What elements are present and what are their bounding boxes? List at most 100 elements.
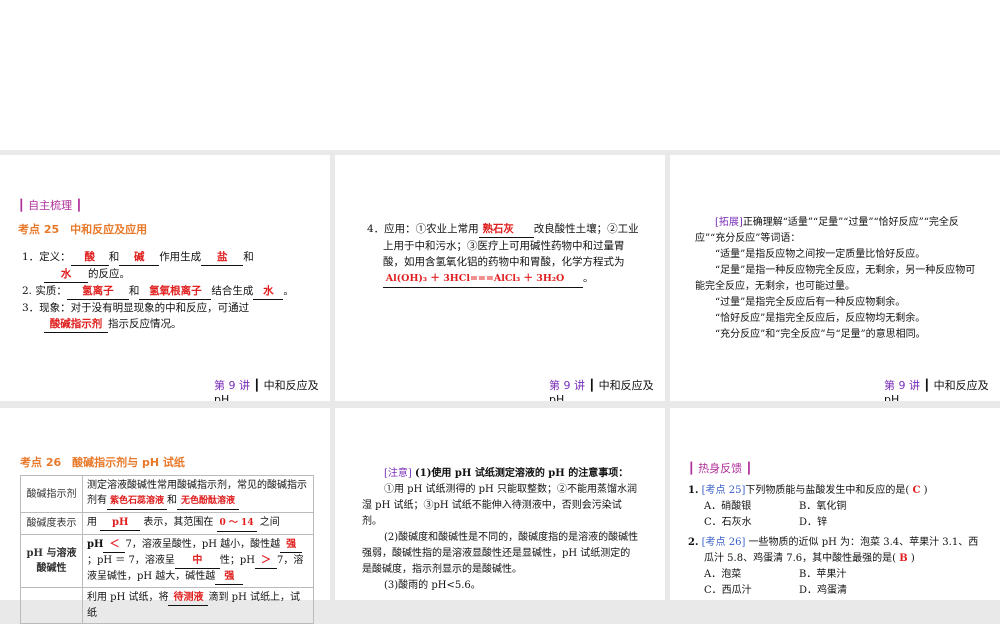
text-fragment <box>20 587 83 624</box>
extension-text: [拓展]正确理解“适量”“足量”“过量”“恰好反应”“完全反应”“充分反应”等词… <box>695 215 977 343</box>
answer-blank: ＜ <box>103 537 126 553</box>
text-fragment: “足量”是指一种反应物完全反应，无剩余，另一种反应物可能完全反应，无剩余，也可能… <box>695 265 976 292</box>
text-fragment: [注意] (1)使用 pH 试纸测定溶液的 pH 的注意事项： <box>362 466 640 482</box>
answer-blank: 水 <box>44 266 88 283</box>
answer-blank: 熟石灰 <box>478 221 534 238</box>
text-fragment: pH <box>87 539 104 550</box>
text-fragment: 第 9 讲 <box>549 379 585 392</box>
answer-blank: Al(OH)₃ ＋ 3HCl===AlCl₃ ＋ 3H₂O <box>383 271 583 288</box>
text-fragment: C．石灰水 <box>704 517 752 528</box>
text-fragment: 1．定义： <box>22 251 71 263</box>
text-fragment: 和 <box>167 495 177 506</box>
slide-footer: 第 9 讲 ┃ 中和反应及pH <box>884 379 994 401</box>
section-label: 热身反馈 <box>698 462 743 475</box>
text-fragment: 作用生成 <box>159 251 202 263</box>
table-row: pH 与溶液酸碱性 pH ＜ 7，溶液呈酸性，pH 越小，酸性越 强 ；pH ＝ 7，溶液… <box>20 534 314 588</box>
text-fragment: B．氧化铜 <box>799 501 847 512</box>
text-fragment: A．泡菜 <box>704 569 742 580</box>
text-fragment: 下列物质能与盐酸发生中和反应的是( <box>745 485 910 496</box>
answer-blank: 氢离子 <box>66 283 129 300</box>
text-fragment: ┃ <box>75 199 83 212</box>
text-fragment: 3．现象：对于没有明显现象的中和反应，可通过 <box>22 302 250 314</box>
text-fragment: (3)酸雨的 pH<5.6。 <box>384 580 481 591</box>
slide-thumbnail-1[interactable]: ┃ 自主梳理 ┃ 考点 25 中和反应及应用 1．定义：酸和碱作用生成盐和 水的… <box>0 155 330 401</box>
text-fragment: 。 <box>583 272 594 284</box>
text-fragment: 和 <box>243 251 254 263</box>
text-fragment: 2. 实质： 氢离子和氢氧根离子 结合生成水。 <box>22 283 307 300</box>
section-heading: ┃ 自主梳理 ┃ <box>18 197 82 213</box>
text-fragment: pH ＜ 7，溶液呈酸性，pH 越小，酸性越 强；pH ＝ 7，溶液呈中性；pH ＞ 7，… <box>82 534 314 588</box>
answer-blank: 酸碱指示剂 <box>44 316 108 333</box>
slide-thumbnail-3[interactable]: [拓展]正确理解“适量”“足量”“过量”“恰好反应”“完全反应”“充分反应”等词… <box>670 155 1000 401</box>
answer-blank: 氢氧根离子 <box>139 283 212 300</box>
text-fragment: 酸碱指示剂 测定溶液酸碱性常用酸碱指示剂，常见的酸碱指示剂有 紫色石蕊溶液和无色酚酞… <box>20 475 314 624</box>
text-fragment: (1)使用 pH 试纸测定溶液的 pH 的注意事项： <box>415 468 629 479</box>
text-fragment: C．西瓜汁 D．鸡蛋清 <box>688 583 988 599</box>
answer-blank: 盐 <box>201 249 244 266</box>
kaodian-title: 考点 26 酸碱指示剂与 pH 试纸 <box>20 456 185 469</box>
text-fragment: A．硝酸银 <box>704 501 752 512</box>
text-fragment: ) <box>910 553 915 564</box>
text-fragment: ┃ <box>588 379 596 392</box>
text-fragment: ；pH ＝ 7，溶液呈 <box>87 555 175 566</box>
definition-text: 1．定义：酸和碱作用生成盐和 水的反应。 2. 实质： 氢离子和氢氧根离子 结合生成… <box>22 249 307 333</box>
answer-blank: C <box>912 485 921 496</box>
indicator-table: 酸碱指示剂 测定溶液酸碱性常用酸碱指示剂，常见的酸碱指示剂有 紫色石蕊溶液和无色酚酞… <box>20 475 314 624</box>
text-fragment: [考点 25] <box>701 485 746 496</box>
text-fragment: 用 <box>87 517 97 528</box>
text-fragment: ┃ <box>923 379 931 392</box>
text-fragment: ┃ <box>745 462 753 475</box>
text-fragment: [拓展] <box>715 217 743 228</box>
text-fragment: 第 9 讲 <box>214 379 250 392</box>
slide-footer: 第 9 讲 ┃ 中和反应及pH <box>214 379 324 401</box>
slide-thumbnail-5[interactable]: [注意] (1)使用 pH 试纸测定溶液的 pH 的注意事项： ①用 pH 试纸… <box>335 408 665 600</box>
text-fragment: 。 <box>283 285 294 297</box>
text-fragment: 指示反应情况。 <box>108 318 182 330</box>
answer-blank: 酸 <box>70 249 109 266</box>
slide-thumbnail-6[interactable]: ┃ 热身反馈 ┃ 1. [考点 25]下列物质能与盐酸发生中和反应的是( C )… <box>670 408 1000 600</box>
text-fragment: ) <box>923 485 928 496</box>
answer-blank: ＞ <box>254 553 277 569</box>
text-fragment: 结合生成 <box>211 285 254 297</box>
question-list: 1. [考点 25]下列物质能与盐酸发生中和反应的是( C ) A．硝酸银 B．氧… <box>688 483 988 599</box>
answer-blank: 0 ～ 14 <box>216 516 257 532</box>
text-fragment: 2. 实质： <box>22 285 67 297</box>
text-fragment: [拓展]正确理解“适量”“足量”“过量”“恰好反应”“完全反应”“充分反应”等词… <box>695 215 977 247</box>
text-fragment: “充分反应”和“完全反应”与“足量”的意思相同。 <box>715 329 926 340</box>
text-fragment: 利用 pH 试纸，将 <box>87 592 169 603</box>
text-fragment: C．西瓜汁 <box>704 585 752 596</box>
answer-blank: 水 <box>253 283 284 300</box>
text-fragment: 的反应。 <box>88 268 130 280</box>
text-fragment: 测定溶液酸碱性常用酸碱指示剂，常见的酸碱指示剂有 紫色石蕊溶液和无色酚酞溶液 <box>82 475 314 513</box>
text-fragment: ┃ <box>253 379 261 392</box>
text-fragment: [注意] <box>384 468 412 479</box>
text-fragment: 利用 pH 试纸，将 待测液 滴到 pH 试纸上，试纸 <box>82 587 314 624</box>
text-fragment: 1. <box>688 485 699 496</box>
text-fragment: [考点 26] <box>701 537 746 548</box>
text-fragment: “恰好反应”是指完全反应后，反应物均无剩余。 <box>715 313 926 324</box>
text-fragment: pH 与溶液酸碱性 <box>20 534 83 588</box>
text-fragment: 和 <box>128 285 140 297</box>
text-fragment: 和 <box>108 251 120 263</box>
slide-thumbnail-2[interactable]: 4．应用：①农业上常用 熟石灰 改良酸性土壤；②工业上用于中和污水；③医疗上可用碱性… <box>335 155 665 401</box>
text-fragment: 2. <box>688 537 699 548</box>
text-fragment: A．硝酸银 B．氧化铜 <box>688 499 988 515</box>
answer-blank: 碱 <box>119 249 160 266</box>
text-fragment: B．苹果汁 <box>799 569 847 580</box>
answer-blank: 待测液 <box>168 590 209 606</box>
section-label: 自主梳理 <box>28 199 73 212</box>
text-fragment: 4．应用：①农业上常用 <box>367 223 479 235</box>
text-fragment: 性；pH <box>219 555 255 566</box>
text-fragment: D．锌 <box>799 517 828 528</box>
answer-blank: 无色酚酞溶液 <box>177 494 239 510</box>
table-row: 利用 pH 试纸，将 待测液 滴到 pH 试纸上，试纸 <box>20 587 314 624</box>
blank-header-area <box>0 0 1000 150</box>
question-2: 2. [考点 26] 一些物质的近似 pH 为：泡菜 3.4、苹果汁 3.1、西… <box>688 535 988 567</box>
section-heading: ┃ 热身反馈 ┃ <box>688 460 752 476</box>
table-row: 酸碱度表示用 pH 表示，其范围在 0 ～ 14 之间 <box>20 512 314 535</box>
application-text: 4．应用：①农业上常用 熟石灰 改良酸性土壤；②工业上用于中和污水；③医疗上可用碱性… <box>367 221 643 288</box>
table-row: 酸碱指示剂 测定溶液酸碱性常用酸碱指示剂，常见的酸碱指示剂有 紫色石蕊溶液和无色酚酞… <box>20 475 314 513</box>
slide-footer: 第 9 讲 ┃ 中和反应及pH <box>549 379 659 401</box>
text-fragment: C．石灰水 D．锌 <box>688 515 988 531</box>
text-fragment: 酸碱度表示 <box>20 512 83 535</box>
